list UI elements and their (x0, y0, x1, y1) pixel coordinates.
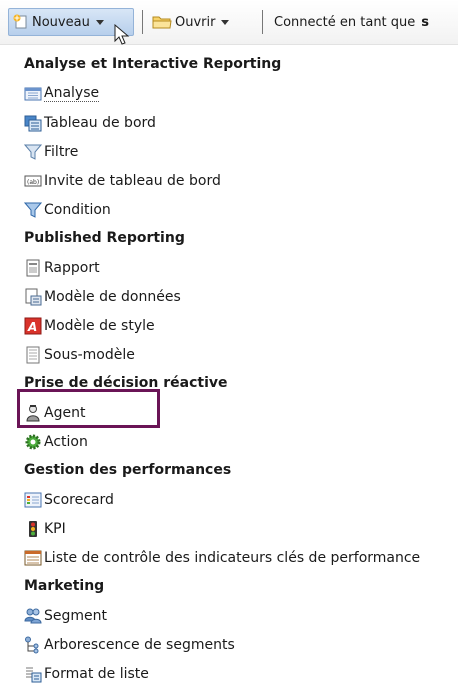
menu-item-label: Modèle de style (44, 317, 155, 334)
menu-item-label: Action (44, 433, 88, 450)
open-button[interactable]: Ouvrir (152, 8, 230, 36)
menu-item-analyse[interactable]: Analyse (0, 79, 458, 108)
menu-item-style-template[interactable]: A Modèle de style (0, 311, 458, 340)
menu-item-dashboard[interactable]: Tableau de bord (0, 108, 458, 137)
filter-icon (24, 144, 42, 160)
sub-template-icon (26, 346, 40, 363)
new-label: Nouveau (32, 14, 90, 30)
section-heading: Prise de décision réactive (24, 375, 228, 391)
menu-item-report[interactable]: Rapport (0, 253, 458, 282)
menu-item-label: Liste de contrôle des indicateurs clés d… (44, 549, 421, 566)
menu-item-label: Agent (44, 404, 86, 421)
menu-item-label: Analyse (44, 85, 100, 102)
svg-text:(ab): (ab) (27, 179, 39, 186)
menu-item-data-model[interactable]: Modèle de données (0, 282, 458, 311)
menu-item-label: Format de liste (44, 665, 149, 682)
kpi-icon (29, 520, 37, 537)
toolbar: Nouveau Ouvrir Connecté en tant que s (0, 0, 458, 45)
menu-item-label: Scorecard (44, 491, 114, 508)
svg-text:A: A (27, 320, 37, 334)
menu-item-condition[interactable]: Condition (0, 195, 458, 224)
menu-item-filter[interactable]: Filtre (0, 137, 458, 166)
menu-item-scorecard[interactable]: Scorecard (0, 485, 458, 514)
chevron-down-icon (95, 19, 104, 25)
toolbar-divider (262, 10, 263, 34)
list-format-icon (26, 667, 42, 682)
menu-item-kpi-watchlist[interactable]: Liste de contrôle des indicateurs clés d… (0, 543, 458, 572)
page: Nouveau Ouvrir Connecté en tant que s An… (0, 0, 458, 689)
user-name[interactable]: s (421, 15, 429, 30)
chevron-down-icon (221, 19, 230, 25)
toolbar-divider (142, 10, 143, 34)
analysis-icon (24, 87, 42, 100)
section-heading: Gestion des performances (24, 462, 232, 478)
menu-item-kpi[interactable]: KPI (0, 514, 458, 543)
user-prefix: Connecté en tant que (274, 14, 416, 30)
menu-item-label: Segment (44, 607, 107, 624)
menu-item-dashboard-prompt[interactable]: (ab) Invite de tableau de bord (0, 166, 458, 195)
menu-item-label: KPI (44, 520, 66, 537)
menu-item-list-format[interactable]: Format de liste (0, 659, 458, 688)
menu-item-label: Condition (44, 201, 111, 218)
signed-in-user: Connecté en tant que s (274, 8, 429, 36)
section-heading: Marketing (24, 578, 105, 594)
dashboard-icon (24, 115, 42, 131)
menu-item-label: Arborescence de segments (44, 636, 235, 653)
report-icon (26, 259, 40, 276)
new-menu: Analyse et Interactive Reporting Analyse… (0, 50, 458, 688)
menu-item-label: Tableau de bord (44, 114, 156, 131)
mouse-cursor-icon (114, 24, 130, 45)
condition-icon (24, 202, 42, 218)
folder-icon (152, 16, 172, 29)
menu-item-segment[interactable]: Segment (0, 601, 458, 630)
menu-item-agent[interactable]: Agent (0, 398, 458, 427)
data-model-icon (25, 288, 42, 305)
menu-item-label: Invite de tableau de bord (44, 172, 221, 189)
segment-icon (24, 608, 42, 623)
action-icon (25, 434, 41, 449)
menu-item-action[interactable]: Action (0, 427, 458, 456)
menu-item-sub-template[interactable]: Sous-modèle (0, 340, 458, 369)
menu-item-label: Modèle de données (44, 288, 181, 305)
agent-icon (26, 404, 40, 421)
prompt-icon: (ab) (24, 175, 42, 186)
kpi-watchlist-icon (24, 550, 42, 565)
open-label: Ouvrir (175, 14, 216, 30)
section-heading: Published Reporting (24, 230, 185, 246)
section-heading: Analyse et Interactive Reporting (24, 56, 282, 72)
menu-item-label: Filtre (44, 143, 79, 160)
menu-item-label: Rapport (44, 259, 100, 276)
scorecard-icon (24, 492, 42, 507)
menu-item-segment-tree[interactable]: Arborescence de segments (0, 630, 458, 659)
segment-tree-icon (25, 636, 39, 653)
style-template-icon: A (24, 317, 42, 334)
new-icon (13, 14, 27, 29)
menu-item-label: Sous-modèle (44, 346, 135, 363)
